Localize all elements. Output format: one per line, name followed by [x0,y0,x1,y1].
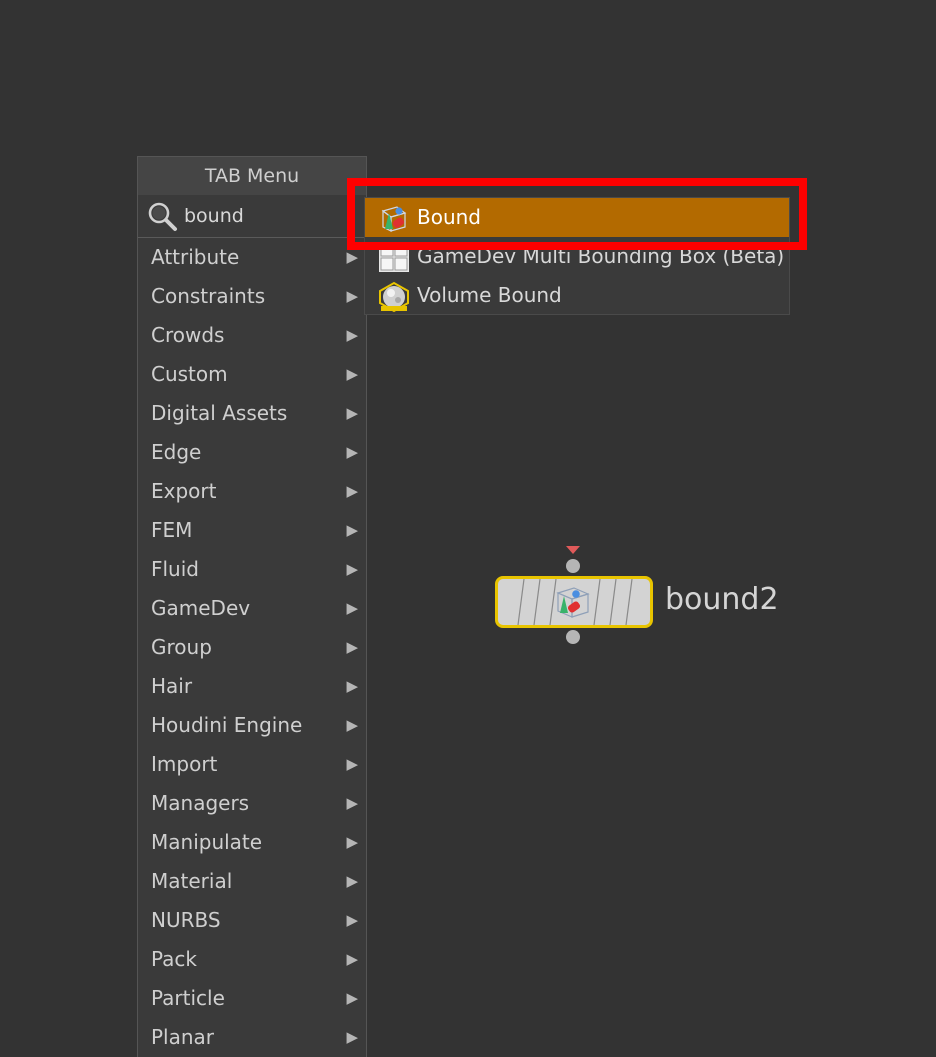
category-label: Export [151,479,217,503]
bound-sop-icon [377,201,411,235]
submenu-arrow-icon: ▶ [346,950,358,968]
category-label: Digital Assets [151,401,288,425]
category-item-fem[interactable]: FEM ▶ [138,511,366,550]
node-output-port[interactable] [566,630,580,644]
submenu-arrow-icon: ▶ [346,755,358,773]
search-results-menu: Bound GameDev Multi Bounding Box (Beta) [364,197,790,315]
category-label: Custom [151,362,228,386]
category-label: Hair [151,674,193,698]
submenu-arrow-icon: ▶ [346,560,358,578]
category-item-export[interactable]: Export ▶ [138,472,366,511]
category-item-attribute[interactable]: Attribute ▶ [138,238,366,277]
tab-menu-title: TAB Menu [138,157,366,195]
category-item-gamedev[interactable]: GameDev ▶ [138,589,366,628]
submenu-arrow-icon: ▶ [346,911,358,929]
category-label: Houdini Engine [151,713,303,737]
submenu-arrow-icon: ▶ [346,443,358,461]
category-label: Manipulate [151,830,263,854]
display-flag-marker [566,546,580,554]
category-item-fluid[interactable]: Fluid ▶ [138,550,366,589]
category-label: Planar [151,1025,215,1049]
node-body-stripes [517,579,633,625]
result-label: GameDev Multi Bounding Box (Beta) [417,244,785,268]
category-label: Particle [151,986,225,1010]
category-item-import[interactable]: Import ▶ [138,745,366,784]
submenu-arrow-icon: ▶ [346,248,358,266]
category-label: Group [151,635,212,659]
category-item-manipulate[interactable]: Manipulate ▶ [138,823,366,862]
category-item-custom[interactable]: Custom ▶ [138,355,366,394]
category-list: Attribute ▶ Constraints ▶ Crowds ▶ Custom ▶ Digi… [138,238,366,1057]
category-item-digital-assets[interactable]: Digital Assets ▶ [138,394,366,433]
category-item-crowds[interactable]: Crowds ▶ [138,316,366,355]
category-item-particle[interactable]: Particle ▶ [138,979,366,1018]
category-label: Managers [151,791,250,815]
submenu-arrow-icon: ▶ [346,1028,358,1046]
submenu-arrow-icon: ▶ [346,989,358,1007]
volume-bound-icon [377,279,411,313]
category-item-constraints[interactable]: Constraints ▶ [138,277,366,316]
node-name-label: bound2 [665,582,779,617]
category-item-material[interactable]: Material ▶ [138,862,366,901]
submenu-arrow-icon: ▶ [346,599,358,617]
tab-search-bar[interactable] [138,195,366,238]
search-input[interactable] [184,203,354,229]
category-label: Edge [151,440,202,464]
category-label: Import [151,752,218,776]
category-label: Pack [151,947,197,971]
tab-menu: TAB Menu Attribute▶Constraints▶Crowds▶Cu… [137,156,367,1057]
category-item-houdini-engine[interactable]: Houdini Engine ▶ [138,706,366,745]
submenu-arrow-icon: ▶ [346,872,358,890]
category-item-group[interactable]: Group ▶ [138,628,366,667]
search-icon [146,200,178,232]
grid-box-icon [377,240,411,274]
category-label: NURBS [151,908,221,932]
submenu-arrow-icon: ▶ [346,287,358,305]
node-input-port[interactable] [566,559,580,573]
category-label: FEM [151,518,193,542]
result-label: Volume Bound [417,283,562,307]
submenu-arrow-icon: ▶ [346,638,358,656]
category-label: GameDev [151,596,251,620]
submenu-arrow-icon: ▶ [346,677,358,695]
submenu-arrow-icon: ▶ [346,833,358,851]
category-item-pack[interactable]: Pack ▶ [138,940,366,979]
node-bound2[interactable] [495,576,653,628]
category-item-planar[interactable]: Planar ▶ [138,1018,366,1057]
category-label: Attribute [151,245,240,269]
result-item-bound[interactable]: Bound [365,198,789,237]
submenu-arrow-icon: ▶ [346,716,358,734]
network-editor[interactable]: TAB Menu Attribute▶Constraints▶Crowds▶Cu… [0,0,936,1057]
category-item-hair[interactable]: Hair ▶ [138,667,366,706]
submenu-arrow-icon: ▶ [346,521,358,539]
result-item-volume-bound[interactable]: Volume Bound [365,276,789,315]
category-label: Constraints [151,284,266,308]
result-label: Bound [417,205,482,229]
submenu-arrow-icon: ▶ [346,794,358,812]
category-label: Crowds [151,323,225,347]
bound-sop-icon [556,587,590,618]
category-label: Material [151,869,233,893]
result-item-gamedev-multi-bounding-box[interactable]: GameDev Multi Bounding Box (Beta) [365,237,789,276]
category-item-edge[interactable]: Edge ▶ [138,433,366,472]
category-label: Fluid [151,557,199,581]
submenu-arrow-icon: ▶ [346,404,358,422]
category-item-nurbs[interactable]: NURBS ▶ [138,901,366,940]
category-item-managers[interactable]: Managers ▶ [138,784,366,823]
submenu-arrow-icon: ▶ [346,326,358,344]
submenu-arrow-icon: ▶ [346,365,358,383]
submenu-arrow-icon: ▶ [346,482,358,500]
